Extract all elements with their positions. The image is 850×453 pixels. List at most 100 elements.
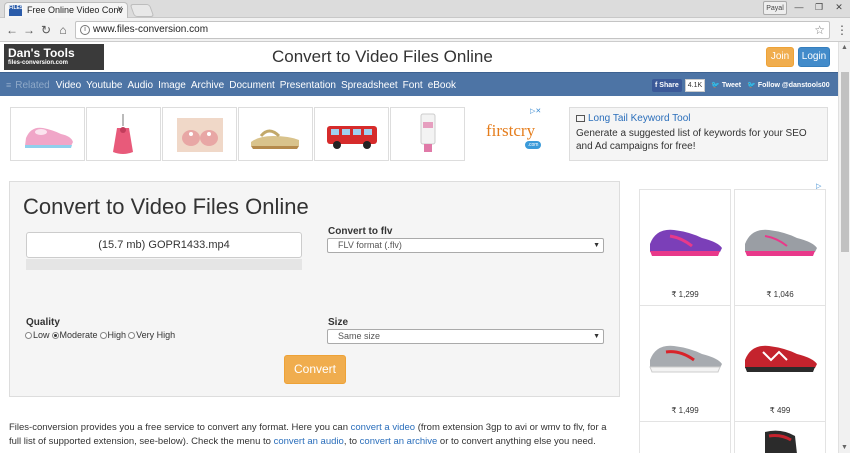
firstcry-logo-text: firstcry <box>486 121 536 140</box>
twitter-bird-icon: 🐦 <box>711 82 722 89</box>
back-icon[interactable]: ← <box>4 22 20 38</box>
nav-link-presentation[interactable]: Presentation <box>280 80 336 91</box>
product-price: ₹ 1,046 <box>766 290 794 299</box>
product-card[interactable]: ₹ 1,499 <box>639 305 731 423</box>
nav-link-youtube[interactable]: Youtube <box>86 80 122 91</box>
tab-title: Free Online Video Conv <box>27 5 123 15</box>
scroll-up-icon[interactable]: ▲ <box>841 44 848 51</box>
product-card[interactable] <box>639 421 731 453</box>
convert-audio-link[interactable]: convert an audio <box>274 436 344 447</box>
product-card[interactable]: ₹ 499 <box>734 305 826 423</box>
address-bar[interactable]: i www.files-conversion.com ☆ <box>75 21 830 39</box>
browser-tab[interactable]: FILES Free Online Video Conv × <box>4 2 128 18</box>
quality-radio-low[interactable] <box>25 331 32 339</box>
nav-link-font[interactable]: Font <box>403 80 423 91</box>
size-select[interactable]: Same size ▼ <box>327 329 604 344</box>
shoe-image <box>745 345 817 372</box>
product-price: ₹ 499 <box>769 406 791 415</box>
minimize-button[interactable]: — <box>791 1 807 15</box>
browser-tab-bar: FILES Free Online Video Conv × Payal — ❐… <box>0 0 850 18</box>
quality-radio-high[interactable] <box>99 331 107 339</box>
product-card[interactable]: ₹ 1,299 <box>639 189 731 307</box>
product-price: ₹ 1,299 <box>671 290 699 299</box>
quality-option-very-high: Very High <box>136 330 176 340</box>
site-logo[interactable]: Dan's Tools files-conversion.com <box>4 44 104 70</box>
bookmark-star-icon[interactable]: ☆ <box>814 22 825 38</box>
ad-item-toy-bus[interactable] <box>314 107 389 161</box>
size-select-value: Same size <box>338 331 381 341</box>
nav-link-audio[interactable]: Audio <box>127 80 153 91</box>
maximize-button[interactable]: ❐ <box>811 1 827 15</box>
url-text: www.files-conversion.com <box>93 24 209 35</box>
page-scrollbar[interactable]: ▲ ▼ <box>838 42 850 453</box>
nav-link-image[interactable]: Image <box>158 80 186 91</box>
pink-shoe-image <box>25 127 73 148</box>
service-description: Files-conversion provides you a free ser… <box>9 421 619 449</box>
selected-file-field[interactable]: (15.7 mb) GOPR1433.mp4 <box>26 232 302 258</box>
new-tab-button[interactable] <box>129 4 155 17</box>
nav-related-label: Related <box>15 79 50 91</box>
forward-icon[interactable]: → <box>21 22 37 38</box>
product-ad-banner[interactable]: firstcry .com <box>10 107 553 161</box>
upload-progress-bar <box>26 259 302 270</box>
product-card[interactable] <box>734 421 826 453</box>
site-favicon-icon: FILES <box>9 5 23 16</box>
red-bag-image <box>113 114 133 154</box>
tweet-button[interactable]: 🐦 Tweet <box>711 81 741 89</box>
convert-button[interactable]: Convert <box>284 355 346 384</box>
nav-link-document[interactable]: Document <box>229 80 275 91</box>
firstcry-logo-suffix: .com <box>525 141 541 149</box>
close-window-button[interactable]: ✕ <box>831 1 847 15</box>
sandal-image <box>251 129 299 149</box>
product-card[interactable]: ₹ 1,046 <box>734 189 826 307</box>
scrollbar-thumb[interactable] <box>841 72 849 252</box>
keyword-tool-link[interactable]: Long Tail Keyword Tool <box>588 113 690 124</box>
logo-title: Dan's Tools <box>8 46 75 60</box>
dropdown-arrow-icon: ▼ <box>593 242 600 249</box>
follow-label: Follow @danstools00 <box>757 82 830 89</box>
format-select[interactable]: FLV format (.flv) ▼ <box>327 238 604 253</box>
share-count: 4.1K <box>684 78 706 92</box>
description-text: Files-conversion provides you a free ser… <box>9 422 351 433</box>
converter-panel: Convert to Video Files Online (15.7 mb) … <box>9 181 620 397</box>
lotion-tube-image <box>420 113 436 152</box>
ad-item-red-bag[interactable] <box>86 107 161 161</box>
browser-toolbar: ← → ↻ ⌂ i www.files-conversion.com ☆ ⋮ <box>0 18 850 42</box>
shoe-image <box>649 345 722 373</box>
convert-video-link[interactable]: convert a video <box>351 422 415 433</box>
social-share: f Share 4.1K 🐦 Tweet 🐦 Follow @danstools… <box>652 78 830 92</box>
info-icon[interactable]: i <box>80 25 90 35</box>
adchoices-icon[interactable]: ▷✕ <box>530 107 546 117</box>
login-button[interactable]: Login <box>798 47 830 67</box>
nav-link-archive[interactable]: Archive <box>191 80 224 91</box>
follow-button[interactable]: 🐦 Follow @danstools00 <box>747 81 829 89</box>
ad-item-sandal[interactable] <box>238 107 313 161</box>
close-tab-icon[interactable]: × <box>117 3 123 17</box>
convert-archive-link[interactable]: convert an archive <box>360 436 438 447</box>
reload-icon[interactable]: ↻ <box>38 22 54 38</box>
nav-link-spreadsheet[interactable]: Spreadsheet <box>341 80 398 91</box>
nav-link-ebook[interactable]: eBook <box>428 80 456 91</box>
size-label: Size <box>328 317 349 328</box>
sidebar-shoe-ad[interactable]: ₹ 1,299 ₹ 1,046 ₹ 1,499 ₹ 499 <box>639 181 827 453</box>
ad-item-pink-shoe[interactable] <box>10 107 85 161</box>
toy-bus-image <box>327 126 377 149</box>
quality-option-high: High <box>107 330 127 340</box>
adchoices-icon[interactable]: ▷ <box>816 182 826 192</box>
ad-item-baby-shoes[interactable] <box>162 107 237 161</box>
scroll-down-icon[interactable]: ▼ <box>841 444 848 451</box>
nav-links: ≡ Related Video Youtube Audio Image Arch… <box>6 73 461 97</box>
ad-item-lotion[interactable] <box>390 107 465 161</box>
quality-radio-very-high[interactable] <box>128 331 136 339</box>
browser-menu-icon[interactable]: ⋮ <box>836 22 848 38</box>
quality-radio-moderate[interactable] <box>51 331 59 339</box>
home-icon[interactable]: ⌂ <box>55 22 71 38</box>
list-icon: ≡ <box>6 80 12 90</box>
profile-button[interactable]: Payal <box>763 1 787 15</box>
keyword-tool-description: Generate a suggested list of keywords fo… <box>576 128 807 152</box>
nav-link-video[interactable]: Video <box>56 80 81 91</box>
quality-label: Quality <box>26 317 60 328</box>
facebook-share-button[interactable]: f Share <box>652 78 682 92</box>
product-price: ₹ 1,499 <box>671 406 699 415</box>
join-button[interactable]: Join <box>766 47 794 67</box>
